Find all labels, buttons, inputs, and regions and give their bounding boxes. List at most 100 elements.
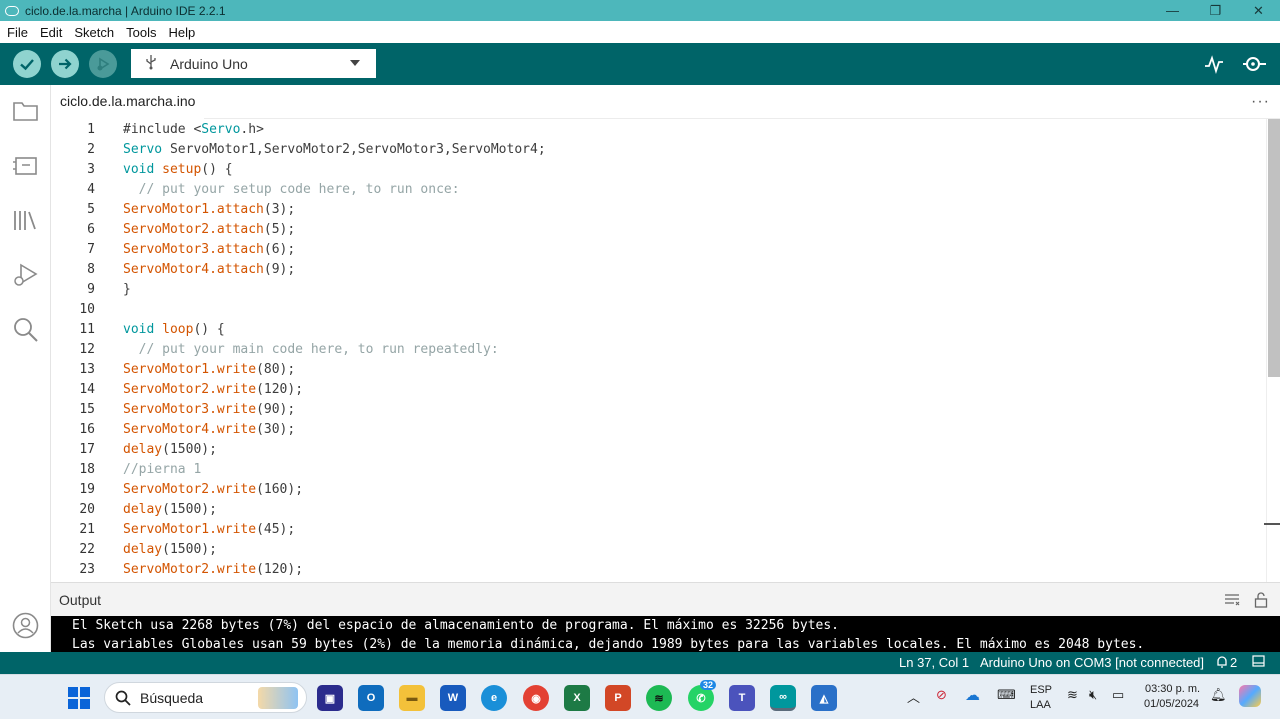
onedrive-cloud-icon[interactable]: ☁ — [965, 686, 980, 704]
board-selector[interactable]: Arduino Uno — [131, 49, 376, 78]
tab-sketch-file[interactable]: ciclo.de.la.marcha.ino — [51, 85, 205, 119]
debug-sidebar-icon[interactable] — [12, 261, 39, 288]
library-manager-icon[interactable] — [12, 207, 39, 234]
code-line[interactable]: 1 #include <Servo.h> — [51, 119, 1261, 139]
code-line[interactable]: 3 void setup() { — [51, 159, 1261, 179]
menu-file[interactable]: File — [7, 25, 28, 40]
code-line[interactable]: 8 ServoMotor4.attach(9); — [51, 259, 1261, 279]
editor-scrollbar[interactable] — [1264, 119, 1280, 582]
cursor-position[interactable]: Ln 37, Col 1 — [899, 655, 969, 670]
menu-edit[interactable]: Edit — [40, 25, 62, 40]
code-line[interactable]: 11 void loop() { — [51, 319, 1261, 339]
code-line[interactable]: 19 ServoMotor2.write(160); — [51, 479, 1261, 499]
clock-time[interactable]: 03:30 p. m. — [1145, 683, 1200, 695]
code-line[interactable]: 16 ServoMotor4.write(30); — [51, 419, 1261, 439]
scrollbar-thumb[interactable] — [1268, 119, 1280, 377]
spotify-icon[interactable]: ≋ — [646, 685, 672, 711]
account-icon[interactable] — [12, 612, 39, 639]
code-line[interactable]: 14 ServoMotor2.write(120); — [51, 379, 1261, 399]
debug-button[interactable] — [89, 50, 117, 78]
menu-help[interactable]: Help — [168, 25, 195, 40]
word-icon[interactable]: W — [440, 685, 466, 711]
close-button[interactable]: ✕ — [1237, 0, 1280, 21]
meet-app-icon[interactable]: ▣ — [317, 685, 343, 711]
line-number: 21 — [79, 521, 95, 537]
code-editor[interactable]: 1 #include <Servo.h> 2 Servo ServoMotor1,Se… — [51, 119, 1280, 582]
line-number: 3 — [87, 161, 95, 177]
code-line[interactable]: 12 // put your main code here, to run re… — [51, 339, 1261, 359]
code-line[interactable]: 7 ServoMotor3.attach(6); — [51, 239, 1261, 259]
minimize-button[interactable]: — — [1151, 0, 1194, 21]
code-line[interactable]: 6 ServoMotor2.attach(5); — [51, 219, 1261, 239]
line-number: 23 — [79, 561, 95, 577]
code-text: #include <Servo.h> — [123, 121, 264, 137]
code-line[interactable]: 22 delay(1500); — [51, 539, 1261, 559]
code-line[interactable]: 20 delay(1500); — [51, 499, 1261, 519]
notifications-bell-icon[interactable] — [1216, 655, 1228, 671]
output-console[interactable]: El Sketch usa 2268 bytes (7%) del espaci… — [51, 616, 1280, 652]
clear-output-icon[interactable] — [1224, 592, 1240, 608]
wifi-icon[interactable]: ≋ — [1067, 687, 1078, 703]
arduino-taskbar-icon[interactable]: ∞ — [770, 685, 796, 711]
code-line[interactable]: 10 — [51, 299, 1261, 319]
copilot-icon[interactable] — [1239, 685, 1261, 707]
line-number: 8 — [87, 261, 95, 277]
output-panel-header: Output — [51, 582, 1280, 616]
code-line[interactable]: 23 ServoMotor2.write(120); — [51, 559, 1261, 579]
code-line[interactable]: 13 ServoMotor1.write(80); — [51, 359, 1261, 379]
windows-start-icon[interactable] — [66, 685, 92, 711]
code-line[interactable]: 5 ServoMotor1.attach(3); — [51, 199, 1261, 219]
code-text: //pierna 1 — [123, 461, 202, 477]
code-text: ServoMotor3.attach(6); — [123, 241, 296, 257]
code-line[interactable]: 18 //pierna 1 — [51, 459, 1261, 479]
more-icon[interactable]: ··· — [1251, 93, 1270, 111]
boards-manager-icon[interactable] — [12, 152, 39, 179]
code-line[interactable]: 21 ServoMotor1.write(45); — [51, 519, 1261, 539]
code-text: // put your main code here, to run repea… — [123, 341, 499, 357]
file-explorer-icon[interactable]: ▬ — [399, 685, 425, 711]
restore-button[interactable]: ❐ — [1194, 0, 1237, 21]
keyboard-icon[interactable]: ⌨ — [997, 687, 1016, 703]
debug-icon — [97, 57, 110, 71]
antivirus-icon[interactable]: ⊘ — [936, 687, 947, 703]
code-line[interactable]: 17 delay(1500); — [51, 439, 1261, 459]
code-line[interactable]: 4 // put your setup code here, to run on… — [51, 179, 1261, 199]
notification-bell-icon[interactable]: 🔔︎ — [1210, 687, 1227, 703]
toolbar: Arduino Uno — [0, 43, 1280, 85]
serial-plotter-button[interactable] — [1203, 43, 1225, 85]
serial-monitor-button[interactable] — [1241, 43, 1269, 85]
teams-icon[interactable]: T — [729, 685, 755, 711]
sketchbook-folder-icon[interactable] — [12, 97, 39, 124]
status-bar: Ln 37, Col 1 Arduino Uno on COM3 [not co… — [0, 652, 1280, 674]
lock-icon[interactable] — [1254, 592, 1268, 608]
chrome-icon[interactable]: ◉ — [523, 685, 549, 711]
toggle-panel-icon[interactable] — [1252, 655, 1265, 670]
speaker-muted-icon[interactable]: 🔇︎ — [1089, 687, 1097, 703]
language-code[interactable]: ESP — [1030, 684, 1052, 696]
menu-sketch[interactable]: Sketch — [74, 25, 114, 40]
chevron-up-icon[interactable]: ︿ — [907, 687, 920, 706]
clock-date[interactable]: 01/05/2024 — [1144, 698, 1199, 710]
code-line[interactable]: 9} — [51, 279, 1261, 299]
window-title: ciclo.de.la.marcha | Arduino IDE 2.2.1 — [25, 3, 226, 18]
upload-button[interactable] — [51, 50, 79, 78]
code-text: ServoMotor4.attach(9); — [123, 261, 296, 277]
menu-tools[interactable]: Tools — [126, 25, 156, 40]
battery-icon[interactable]: ▭ — [1112, 687, 1124, 703]
code-line[interactable]: 15 ServoMotor3.write(90); — [51, 399, 1261, 419]
verify-button[interactable] — [13, 50, 41, 78]
check-icon — [20, 59, 34, 71]
photos-icon[interactable]: ◭ — [811, 685, 837, 711]
keyboard-layout[interactable]: LAA — [1030, 699, 1051, 711]
search-icon[interactable] — [12, 316, 39, 343]
edge-icon[interactable]: e — [481, 685, 507, 711]
code-text: } — [123, 281, 131, 297]
notifications-count: 2 — [1230, 655, 1238, 670]
board-status[interactable]: Arduino Uno on COM3 [not connected] — [980, 655, 1204, 670]
excel-icon[interactable]: X — [564, 685, 590, 711]
outlook-icon[interactable]: O — [358, 685, 384, 711]
code-line[interactable]: 2 Servo ServoMotor1,ServoMotor2,ServoMoto… — [51, 139, 1261, 159]
powerpoint-icon[interactable]: P — [605, 685, 631, 711]
taskbar-search[interactable]: Búsqueda — [104, 682, 307, 713]
code-text: delay(1500); — [123, 541, 217, 557]
